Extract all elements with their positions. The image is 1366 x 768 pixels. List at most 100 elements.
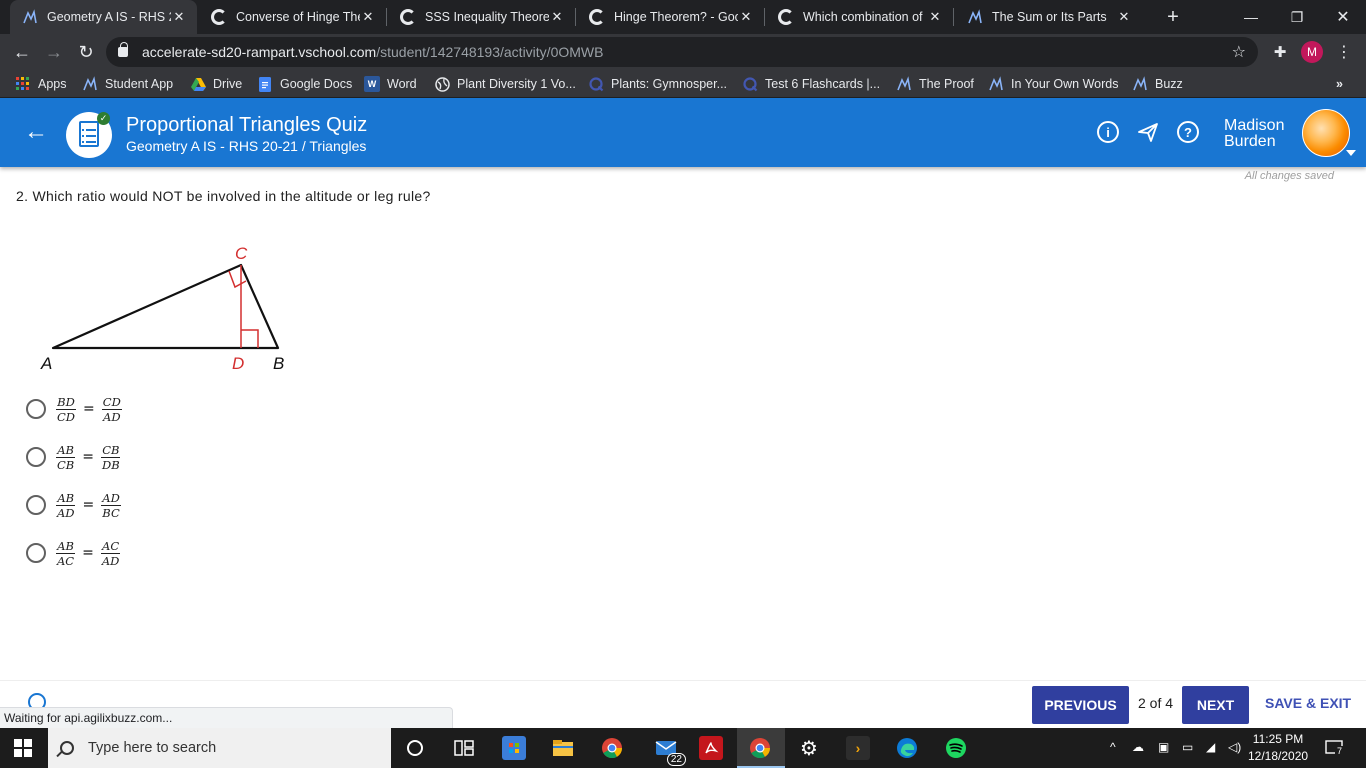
- info-icon[interactable]: i: [1097, 121, 1119, 143]
- page-indicator: 2 of 4: [1138, 695, 1174, 711]
- bookmark-google-docs[interactable]: Google Docs: [257, 70, 352, 98]
- chrome-icon[interactable]: [600, 736, 624, 760]
- wifi-icon[interactable]: ◢: [1206, 740, 1215, 754]
- save-exit-button[interactable]: SAVE & EXIT: [1265, 695, 1351, 711]
- system-clock[interactable]: 11:25 PM 12/18/2020: [1248, 731, 1308, 765]
- battery-icon[interactable]: ▭: [1182, 740, 1193, 754]
- reload-icon[interactable]: ↻: [72, 38, 100, 66]
- restore-icon[interactable]: ❐: [1274, 0, 1320, 34]
- vertex-label-a: A: [40, 354, 52, 373]
- network-icon[interactable]: ▣: [1158, 740, 1169, 754]
- fraction-left: AB AC: [56, 538, 75, 568]
- acrobat-icon[interactable]: [699, 736, 723, 760]
- answer-option-1[interactable]: BD CD = CD AD: [26, 393, 122, 425]
- notifications-icon[interactable]: 7: [1325, 740, 1345, 759]
- terminal-chevron-icon[interactable]: ›: [846, 736, 870, 760]
- close-icon[interactable]: ✕: [549, 9, 565, 25]
- equals-sign: =: [83, 401, 95, 417]
- save-status: All changes saved: [1244, 170, 1334, 182]
- bookmark-label: Drive: [213, 77, 243, 91]
- bookmark-plants-gymnosperms[interactable]: Plants: Gymnosper...: [588, 70, 727, 98]
- spotify-icon[interactable]: [944, 736, 968, 760]
- mail-icon[interactable]: 22: [650, 736, 686, 766]
- chrome-active-taskbar-item[interactable]: [737, 728, 785, 768]
- bookmark-label: In Your Own Words: [1011, 77, 1119, 91]
- send-icon[interactable]: [1137, 121, 1159, 143]
- help-icon[interactable]: ?: [1177, 121, 1199, 143]
- window-close-icon[interactable]: ✕: [1320, 0, 1366, 34]
- breadcrumb[interactable]: Geometry A IS - RHS 20-21 / Triangles: [126, 138, 366, 154]
- tab-sss[interactable]: SSS Inequality Theorem ✕: [388, 0, 575, 34]
- tab-combination[interactable]: Which combination of ✕: [766, 0, 953, 34]
- new-tab-plus-icon[interactable]: +: [1150, 0, 1196, 34]
- back-icon[interactable]: ←: [8, 38, 36, 66]
- minimize-icon[interactable]: —: [1228, 0, 1274, 34]
- check-icon: ✓: [97, 112, 110, 125]
- bookmark-in-your-own-words[interactable]: In Your Own Words: [988, 70, 1118, 98]
- next-button[interactable]: NEXT: [1182, 686, 1249, 724]
- radio-button[interactable]: [26, 399, 46, 419]
- user-avatar[interactable]: [1302, 109, 1350, 157]
- tab-hinge[interactable]: Hinge Theorem? - Google ✕: [577, 0, 764, 34]
- close-icon[interactable]: ✕: [927, 9, 943, 25]
- fraction-right: CD AD: [101, 394, 122, 424]
- bookmark-label: Buzz: [1155, 77, 1183, 91]
- tab-title: SSS Inequality Theorem: [425, 10, 549, 24]
- tab-title: Hinge Theorem? - Google: [614, 10, 738, 24]
- answer-option-4[interactable]: AB AC = AC AD: [26, 537, 121, 569]
- browser-status-bar: Waiting for api.agilixbuzz.com...: [0, 707, 453, 728]
- bookmark-plant-diversity[interactable]: Plant Diversity 1 Vo...: [434, 70, 576, 98]
- onedrive-cloud-icon[interactable]: ☁: [1132, 740, 1144, 754]
- bookmark-test6-flashcards[interactable]: Test 6 Flashcards |...: [742, 70, 880, 98]
- volume-icon[interactable]: ◁): [1228, 740, 1241, 754]
- radio-button[interactable]: [26, 543, 46, 563]
- close-icon[interactable]: ✕: [738, 9, 754, 25]
- close-icon[interactable]: ✕: [1116, 9, 1132, 25]
- tab-title: The Sum or Its Parts: [992, 10, 1107, 24]
- bookmark-apps[interactable]: Apps: [15, 70, 67, 98]
- cortana-circle-icon[interactable]: [403, 736, 427, 760]
- profile-avatar[interactable]: M: [1301, 41, 1323, 63]
- file-explorer-icon[interactable]: [551, 736, 575, 760]
- question-text: 2. Which ratio would NOT be involved in …: [16, 188, 431, 204]
- tab-geometry[interactable]: Geometry A IS - RHS 20-21 ✕: [10, 0, 197, 34]
- user-name[interactable]: Madison Burden: [1224, 118, 1284, 150]
- user-first-name: Madison: [1224, 117, 1285, 134]
- edge-icon[interactable]: [895, 736, 919, 760]
- triangle-figure: C A D B: [36, 236, 296, 381]
- task-view-icon[interactable]: [452, 736, 476, 760]
- taskbar-search-input[interactable]: Type here to search: [48, 728, 391, 768]
- bookmark-drive[interactable]: Drive: [190, 70, 242, 98]
- back-arrow-icon[interactable]: ←: [24, 118, 48, 146]
- close-icon[interactable]: ✕: [171, 9, 187, 25]
- windows-start-icon[interactable]: [14, 739, 32, 757]
- answer-option-3[interactable]: AB AD = AD BC: [26, 489, 121, 521]
- menu-kebab-icon[interactable]: ⋮: [1330, 38, 1358, 66]
- more-bookmarks-chevron-icon[interactable]: »: [1336, 70, 1343, 98]
- bookmark-star-icon[interactable]: ☆: [1232, 42, 1246, 62]
- fraction-right: AD BC: [101, 490, 121, 520]
- close-icon[interactable]: ✕: [360, 9, 376, 25]
- store-icon[interactable]: [502, 736, 526, 760]
- radio-button[interactable]: [26, 447, 46, 467]
- tray-chevron-up-icon[interactable]: ^: [1110, 740, 1116, 754]
- radio-button[interactable]: [26, 495, 46, 515]
- extensions-puzzle-icon[interactable]: ✚: [1266, 38, 1294, 66]
- bookmark-student-app[interactable]: Student App: [82, 70, 173, 98]
- chevron-down-icon[interactable]: [1346, 150, 1356, 156]
- previous-button[interactable]: PREVIOUS: [1032, 686, 1129, 724]
- tab-title: Converse of Hinge Theorem: [236, 10, 360, 24]
- settings-gear-icon[interactable]: ⚙: [797, 736, 821, 760]
- bookmark-the-proof[interactable]: The Proof: [896, 70, 974, 98]
- bookmark-buzz[interactable]: Buzz: [1132, 70, 1183, 98]
- bookmark-label: The Proof: [919, 77, 974, 91]
- address-bar[interactable]: accelerate-sd20-rampart.vschool.com/stud…: [106, 37, 1258, 67]
- answer-option-2[interactable]: AB CB = CB DB: [26, 441, 121, 473]
- tab-title: Geometry A IS - RHS 20-21: [47, 10, 171, 24]
- bookmark-word[interactable]: W Word: [364, 70, 417, 98]
- tab-sum-parts[interactable]: The Sum or Its Parts ✕: [955, 0, 1142, 34]
- drive-icon: [190, 76, 206, 92]
- vertex-label-c: C: [235, 244, 248, 263]
- tab-converse[interactable]: Converse of Hinge Theorem ✕: [199, 0, 386, 34]
- forward-icon[interactable]: →: [40, 38, 68, 66]
